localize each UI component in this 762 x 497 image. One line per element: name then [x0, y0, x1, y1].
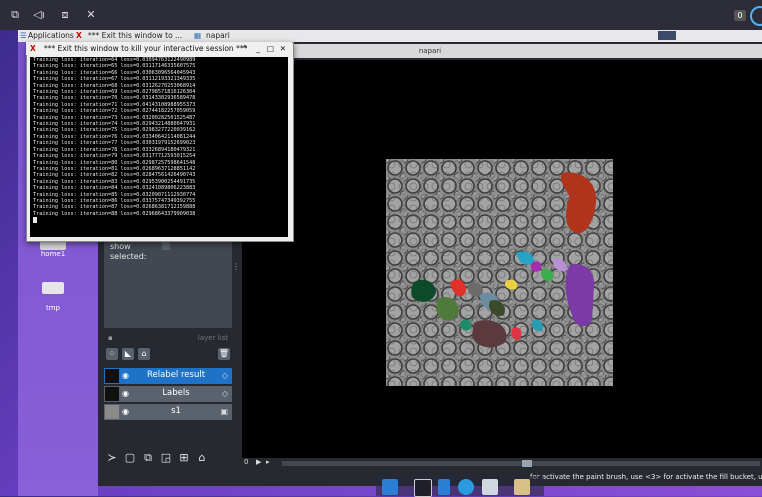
- napari-task-icon: ▦: [194, 31, 202, 40]
- layer-row-relabel-result[interactable]: ◉ Relabel result ◇: [104, 368, 232, 384]
- chevron-up-icon[interactable]: ^: [242, 42, 248, 55]
- label-magenta: [530, 261, 542, 272]
- taskbar-napari[interactable]: napari: [206, 31, 230, 40]
- audio-icon[interactable]: ◁ı: [32, 8, 46, 22]
- layer-thumbnail: [105, 369, 119, 383]
- minimize-icon[interactable]: _: [256, 42, 260, 55]
- dims-slider-track[interactable]: [282, 461, 760, 466]
- terminal-cursor: [30, 217, 288, 225]
- layer-list-title: layer list: [197, 334, 228, 342]
- terminal-title: *** Exit this window to kill your intera…: [44, 44, 248, 53]
- layer-list-header: ▪ layer list: [104, 334, 232, 344]
- taskbar-terminal[interactable]: *** Exit this window to ...: [88, 31, 182, 40]
- bottom-dock: [376, 476, 544, 497]
- close-icon[interactable]: ✕: [280, 42, 286, 55]
- workspace-switcher[interactable]: [658, 31, 676, 40]
- layer-buttons: ⁘ ◣ ⌂ 🗑: [104, 346, 232, 362]
- applications-menu[interactable]: Applications: [28, 31, 74, 40]
- show-desktop-icon[interactable]: [382, 479, 398, 495]
- notification-badge: 0: [734, 10, 746, 21]
- search-icon[interactable]: [482, 479, 498, 495]
- layer-controls-panel: show selected:: [104, 240, 232, 328]
- browser-icon[interactable]: [458, 479, 474, 495]
- ndisplay-icon[interactable]: ▢: [124, 452, 136, 464]
- applications-icon[interactable]: ☰: [20, 31, 27, 40]
- status-bar-text: for activate the paint brush, use <3> fo…: [530, 473, 762, 481]
- layer-name[interactable]: Labels: [136, 388, 216, 398]
- remote-session-bar: ⧉ ◁ı ⧈ ✕ 0: [0, 0, 762, 30]
- layer-thumbnail: [105, 405, 119, 419]
- session-status-icon[interactable]: [750, 6, 762, 26]
- file-manager-icon[interactable]: [438, 479, 450, 495]
- window-icon[interactable]: ⧉: [8, 8, 22, 22]
- new-shapes-layer-button[interactable]: ◣: [122, 348, 134, 360]
- image-icon: ▣: [220, 407, 228, 416]
- play-reverse-icon[interactable]: ▸: [266, 458, 270, 466]
- layer-row-labels[interactable]: ◉ Labels ◇: [104, 386, 232, 402]
- terminal-task-icon: X: [76, 31, 82, 40]
- new-labels-layer-button[interactable]: ⌂: [138, 348, 150, 360]
- new-points-layer-button[interactable]: ⁘: [106, 348, 118, 360]
- show-selected-checkbox[interactable]: [162, 242, 170, 250]
- layer-list-grip-icon: ▪: [108, 334, 113, 342]
- layer-name[interactable]: s1: [136, 406, 216, 416]
- transpose-icon[interactable]: ◲: [160, 452, 172, 464]
- dims-frame-value: 0: [244, 458, 249, 466]
- eye-icon[interactable]: ◉: [122, 389, 132, 399]
- desktop-icon-label[interactable]: tmp: [23, 304, 83, 312]
- console-icon[interactable]: ≻: [106, 452, 118, 464]
- terminal-titlebar: X *** Exit this window to kill your inte…: [26, 42, 292, 55]
- dims-slider-handle[interactable]: [522, 460, 532, 467]
- xterm-icon: X: [30, 44, 36, 53]
- display-icon[interactable]: ⧈: [58, 8, 72, 22]
- delete-layer-button[interactable]: 🗑: [218, 348, 230, 360]
- fullscreen-icon[interactable]: ✕: [84, 8, 98, 22]
- label-icon: ◇: [221, 371, 228, 380]
- folder-icon[interactable]: [514, 479, 530, 495]
- panel-splitter-handle[interactable]: ⋮: [232, 262, 240, 276]
- grid-icon[interactable]: ⊞: [178, 452, 190, 464]
- maximize-icon[interactable]: □: [267, 42, 274, 55]
- eye-icon[interactable]: ◉: [122, 407, 132, 417]
- terminal-icon[interactable]: [414, 479, 432, 497]
- home-icon[interactable]: ⌂: [196, 452, 208, 464]
- drive-icon[interactable]: [42, 282, 64, 294]
- viewer-buttons: ≻ ▢ ⧉ ◲ ⊞ ⌂: [104, 450, 234, 468]
- roll-dims-icon[interactable]: ⧉: [142, 452, 154, 464]
- play-icon[interactable]: ▶: [256, 458, 261, 466]
- show-selected-label: show selected:: [110, 242, 147, 261]
- layer-thumbnail: [105, 387, 119, 401]
- em-image-with-labels[interactable]: [386, 159, 613, 386]
- desktop-icon-label[interactable]: home1: [23, 250, 83, 258]
- label-icon: ◇: [221, 389, 228, 398]
- eye-icon[interactable]: ◉: [122, 371, 132, 381]
- terminal-output[interactable]: Training loss: iteration=64 loss=0.03094…: [30, 57, 288, 237]
- layer-name[interactable]: Relabel result: [136, 370, 216, 380]
- layer-row-s1[interactable]: ◉ s1 ▣: [104, 404, 232, 420]
